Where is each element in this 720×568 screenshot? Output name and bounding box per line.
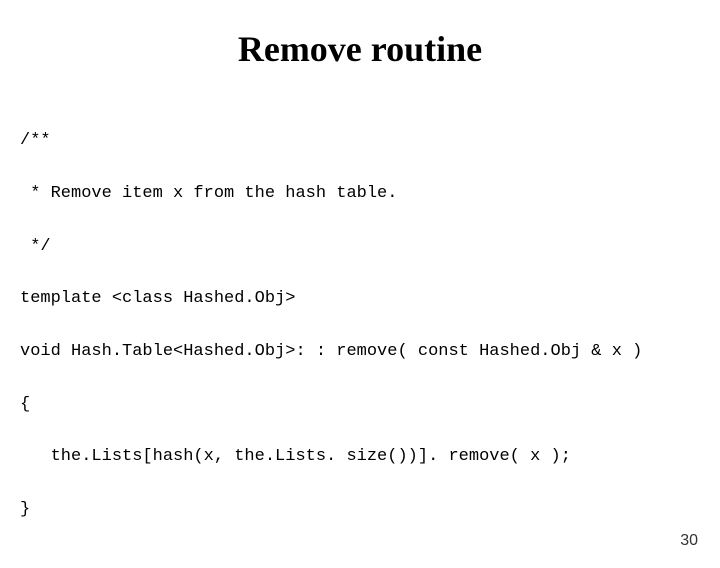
code-line: /** [20, 128, 720, 154]
code-line: { [20, 392, 720, 418]
code-line: the.Lists[hash(x, the.Lists. size())]. r… [20, 444, 720, 470]
code-line: void Hash.Table<Hashed.Obj>: : remove( c… [20, 339, 720, 365]
page-number: 30 [680, 532, 698, 550]
code-line: template <class Hashed.Obj> [20, 286, 720, 312]
code-line: */ [20, 234, 720, 260]
code-block: /** * Remove item x from the hash table.… [20, 102, 720, 550]
code-line: * Remove item x from the hash table. [20, 181, 720, 207]
slide-title: Remove routine [0, 28, 720, 70]
code-line: } [20, 497, 720, 523]
